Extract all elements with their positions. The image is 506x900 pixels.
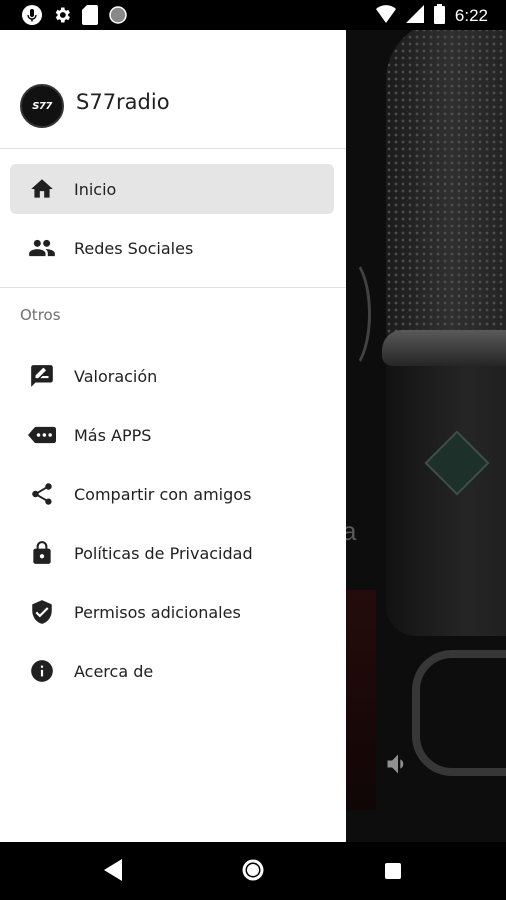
- app-name: S77radio: [76, 90, 170, 114]
- nav-item-acerca-de[interactable]: Acerca de: [10, 646, 334, 696]
- app-logo-text: S77: [32, 100, 52, 112]
- signal-icon: [405, 5, 424, 27]
- home-button-icon[interactable]: [241, 858, 265, 886]
- nav-label: Inicio: [74, 179, 117, 199]
- nav-label: Políticas de Privacidad: [74, 543, 253, 563]
- people-icon: [28, 234, 56, 262]
- nav-item-valoracion[interactable]: Valoración: [10, 351, 334, 401]
- drawer-scrim[interactable]: [346, 30, 506, 842]
- settings-icon: [52, 5, 72, 29]
- nav-label: Permisos adicionales: [74, 602, 241, 622]
- back-icon[interactable]: [104, 859, 122, 885]
- rate-review-icon: [28, 362, 56, 390]
- nav-label: Acerca de: [74, 661, 154, 681]
- record-icon: [108, 5, 128, 29]
- nav-item-inicio[interactable]: Inicio: [10, 164, 334, 214]
- wifi-icon: [375, 5, 396, 27]
- lock-icon: [28, 539, 56, 567]
- shield-check-icon: [28, 598, 56, 626]
- share-icon: [28, 480, 56, 508]
- app-logo: S77: [20, 84, 64, 128]
- nav-label: Valoración: [74, 366, 158, 386]
- nav-item-compartir[interactable]: Compartir con amigos: [10, 469, 334, 519]
- section-title-otros: Otros: [20, 306, 61, 324]
- nav-item-redes-sociales[interactable]: Redes Sociales: [10, 223, 334, 273]
- recent-apps-icon[interactable]: [385, 863, 401, 879]
- navigation-drawer: S77 S77radio Inicio Redes Sociales Otros…: [0, 30, 346, 842]
- battery-icon: [433, 4, 445, 28]
- section-divider: [0, 287, 346, 288]
- nav-label: Compartir con amigos: [74, 484, 252, 504]
- clock: 6:22: [454, 6, 488, 25]
- nav-item-permisos[interactable]: Permisos adicionales: [10, 587, 334, 637]
- more-apps-icon: [28, 421, 56, 449]
- nav-label: Redes Sociales: [74, 238, 194, 258]
- info-icon: [28, 657, 56, 685]
- nav-item-politicas[interactable]: Políticas de Privacidad: [10, 528, 334, 578]
- nav-item-mas-apps[interactable]: Más APPS: [10, 410, 334, 460]
- nav-label: Más APPS: [74, 425, 152, 445]
- microphone-icon: [22, 5, 42, 29]
- home-icon: [28, 175, 56, 203]
- status-bar: 6:22: [0, 0, 506, 30]
- sd-card-icon: [82, 5, 98, 29]
- drawer-header: S77 S77radio: [0, 30, 346, 149]
- system-navigation-bar: [0, 842, 506, 900]
